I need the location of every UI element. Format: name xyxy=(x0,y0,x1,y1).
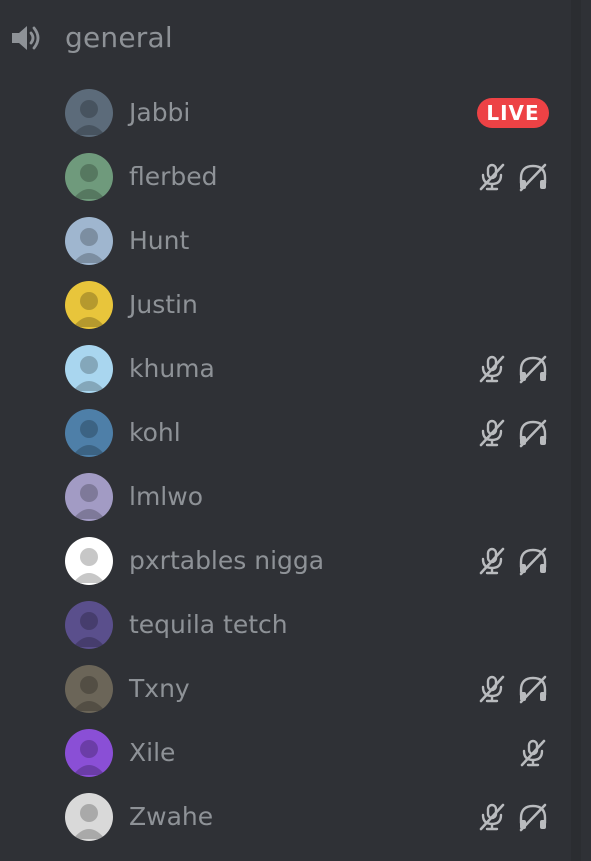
muted-mic-icon xyxy=(476,545,508,577)
channel-name: general xyxy=(65,21,173,54)
voice-member-row[interactable]: Xile xyxy=(0,721,581,785)
voice-member-row[interactable]: Justin xyxy=(0,273,581,337)
muted-mic-icon xyxy=(476,353,508,385)
avatar[interactable] xyxy=(65,153,113,201)
deafened-headphones-icon xyxy=(517,353,549,385)
voice-member-row[interactable]: Hunt xyxy=(0,209,581,273)
member-name: tequila tetch xyxy=(129,610,288,639)
voice-channel-general[interactable]: general xyxy=(0,14,581,62)
avatar[interactable] xyxy=(65,473,113,521)
member-name: flerbed xyxy=(129,162,218,191)
avatar[interactable] xyxy=(65,409,113,457)
voice-member-row[interactable]: khuma xyxy=(0,337,581,401)
scrollbar-track[interactable] xyxy=(571,0,581,861)
member-name: lmlwo xyxy=(129,482,203,511)
member-name: khuma xyxy=(129,354,215,383)
deafened-headphones-icon xyxy=(517,417,549,449)
member-name: Justin xyxy=(129,290,198,319)
member-name: Hunt xyxy=(129,226,190,255)
muted-mic-icon xyxy=(476,161,508,193)
member-name: Zwahe xyxy=(129,802,214,831)
avatar[interactable] xyxy=(65,537,113,585)
avatar[interactable] xyxy=(65,217,113,265)
avatar[interactable] xyxy=(65,89,113,137)
avatar[interactable] xyxy=(65,345,113,393)
member-name: kohl xyxy=(129,418,181,447)
muted-mic-icon xyxy=(476,417,508,449)
member-name: Xile xyxy=(129,738,176,767)
avatar[interactable] xyxy=(65,601,113,649)
voice-member-row[interactable]: lmlwo xyxy=(0,465,581,529)
speaker-icon xyxy=(12,26,40,50)
deafened-headphones-icon xyxy=(517,673,549,705)
muted-mic-icon xyxy=(476,673,508,705)
deafened-headphones-icon xyxy=(517,545,549,577)
voice-member-row[interactable]: Zwahe xyxy=(0,785,581,849)
member-name: Txny xyxy=(129,674,190,703)
member-name: Jabbi xyxy=(129,98,191,127)
muted-mic-icon xyxy=(476,801,508,833)
avatar[interactable] xyxy=(65,729,113,777)
voice-member-row[interactable]: flerbed xyxy=(0,145,581,209)
avatar[interactable] xyxy=(65,281,113,329)
muted-mic-icon xyxy=(517,737,549,769)
deafened-headphones-icon xyxy=(517,801,549,833)
voice-member-row[interactable]: Txny xyxy=(0,657,581,721)
voice-channel-panel: general Jabbi LIVE flerbed Hunt Justin khuma k… xyxy=(0,0,581,861)
avatar[interactable] xyxy=(65,793,113,841)
voice-member-row[interactable]: Jabbi LIVE xyxy=(0,81,581,145)
voice-member-row[interactable]: kohl xyxy=(0,401,581,465)
voice-member-row[interactable]: pxrtables nigga xyxy=(0,529,581,593)
member-name: pxrtables nigga xyxy=(129,546,325,575)
avatar[interactable] xyxy=(65,665,113,713)
live-badge[interactable]: LIVE xyxy=(477,98,549,128)
voice-member-row[interactable]: tequila tetch xyxy=(0,593,581,657)
deafened-headphones-icon xyxy=(517,161,549,193)
